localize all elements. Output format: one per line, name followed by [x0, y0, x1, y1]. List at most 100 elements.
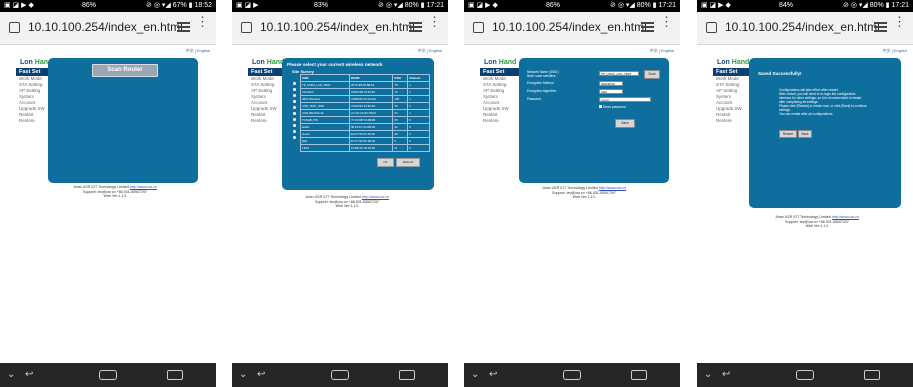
network-radio[interactable]	[293, 100, 296, 103]
tab-icon[interactable]	[241, 22, 252, 33]
android-nav-bar: ⌄ ↩	[232, 363, 448, 387]
chevron-down-icon[interactable]: ⌄	[471, 369, 479, 380]
language-links[interactable]: 中文 | English	[883, 48, 907, 54]
home-icon[interactable]	[99, 370, 117, 380]
ssid-cell: USR-WIFI232-42	[300, 109, 350, 117]
url-text[interactable]: 10.10.100.254/index_en.html	[28, 20, 183, 34]
back-button[interactable]: Back	[798, 130, 812, 138]
overflow-menu-icon[interactable]: ⋮	[660, 15, 673, 28]
network-radio[interactable]	[293, 136, 296, 139]
back-icon[interactable]: ↩	[25, 369, 41, 381]
recent-apps-icon[interactable]	[167, 370, 183, 380]
language-links[interactable]: 中文 | English	[650, 48, 674, 54]
encryption-method-select[interactable]: WPA2PSK	[599, 81, 623, 86]
status-icons-clock: ⊘ ◎ ▾◢ 80% ▮ 17:21	[610, 2, 676, 9]
hamburger-menu-icon[interactable]	[874, 22, 887, 32]
channel-cell: 1	[407, 109, 430, 117]
ssid-input[interactable]: TP_LINK0_LAN_TEST	[599, 71, 639, 76]
table-row[interactable]: TEST F6:6B:4A:7D:F0:95 21 6	[300, 144, 430, 152]
show-password-row[interactable]: Show password	[599, 105, 626, 109]
table-row[interactable]: belkin 08:43:3C:1F:DB:2D 42 9	[300, 123, 430, 131]
table-row[interactable]: ChinaNet C8:E6:9D:70:46:68 70 1	[300, 88, 430, 96]
footer-link[interactable]: http://www.usr.cn	[362, 195, 389, 199]
home-icon[interactable]	[331, 370, 349, 380]
show-password-checkbox[interactable]	[599, 105, 602, 108]
page-footer: Jinan USR IOT Technology Limited http://…	[272, 195, 422, 209]
back-icon[interactable]: ↩	[489, 369, 505, 381]
url-text[interactable]: 10.10.100.254/index_en.html	[725, 20, 880, 34]
overflow-menu-icon[interactable]: ⋮	[428, 15, 441, 28]
encryption-method-label: Encryption Method	[527, 81, 554, 85]
table-row[interactable]: Guest E2:A7:00:4C:7E:90 99 6	[300, 130, 430, 138]
network-radio[interactable]	[293, 106, 296, 109]
footer-version: Web Ver:1.1.0	[805, 224, 829, 228]
table-row[interactable]: TP_LINK0_LAN_TEST 28:76:E5:02:8E:54 78 1	[300, 81, 430, 89]
ssid-label: Network Name (SSID) Note: case sensitive	[527, 70, 559, 78]
network-radio[interactable]	[293, 94, 296, 97]
scan-router-button[interactable]: Scan Router	[92, 64, 158, 77]
footer-link[interactable]: http://www.usr.cn	[130, 185, 157, 189]
channel-cell: 6	[407, 116, 430, 124]
table-row[interactable]: USR_TEST_WIFI C8:E8:9C:F2:84:6C 45 1	[300, 102, 430, 110]
scan-button[interactable]: Scan	[644, 70, 660, 79]
save-button[interactable]: Save	[615, 119, 635, 128]
network-radio[interactable]	[293, 82, 296, 85]
chevron-down-icon[interactable]: ⌄	[239, 369, 247, 380]
bssid-cell: AC:CF:23:0D:78:D3	[348, 109, 394, 117]
back-icon[interactable]: ↩	[722, 369, 738, 381]
hamburger-menu-icon[interactable]	[409, 22, 422, 32]
table-row[interactable]: USR-WIFI232-42 AC:CF:23:0D:78:D3 54 1	[300, 109, 430, 117]
home-icon[interactable]	[563, 370, 581, 380]
overflow-menu-icon[interactable]: ⋮	[196, 15, 209, 28]
network-radio[interactable]	[293, 130, 296, 133]
footer-version: Web Ver:1.1.0	[572, 195, 596, 199]
table-row[interactable]: TOSHB_PIN 7C:F9:6B:72:2B:6B 65 6	[300, 116, 430, 124]
sidebar-nav: Fast Set Work Mode STA Setting AP Settin…	[713, 68, 753, 124]
recent-apps-icon[interactable]	[864, 370, 880, 380]
ssid-cell: TOSHB_PIN	[300, 116, 350, 124]
sidebar-item-fast-set[interactable]: Fast Set	[480, 68, 520, 76]
encryption-algorithm-select[interactable]: AES	[599, 89, 623, 94]
network-radio[interactable]	[293, 112, 296, 115]
ssid-cell: USR_TEST_WIFI	[300, 102, 350, 110]
language-links[interactable]: 中文 | English	[418, 48, 442, 54]
ssid-cell: TEST	[300, 144, 350, 152]
sidebar-item-fast-set[interactable]: Fast Set	[713, 68, 753, 76]
sidebar-item-restore[interactable]: Restore	[480, 118, 520, 124]
tab-icon[interactable]	[706, 22, 717, 33]
tab-icon[interactable]	[9, 22, 20, 33]
table-row[interactable]: jiDE E7:C7:91:8C:3E:34 6 6	[300, 137, 430, 145]
brand-logo: Lon Hand	[717, 59, 750, 66]
overflow-menu-icon[interactable]: ⋮	[893, 15, 906, 28]
url-text[interactable]: 10.10.100.254/index_en.html	[492, 20, 647, 34]
restart-button[interactable]: Restart	[779, 130, 797, 138]
recent-apps-icon[interactable]	[399, 370, 415, 380]
table-header-row: SSID BSSID RSSI Channel	[300, 74, 430, 82]
ok-button[interactable]: OK	[377, 158, 394, 167]
network-radio[interactable]	[293, 88, 296, 91]
hamburger-menu-icon[interactable]	[641, 22, 654, 32]
url-text[interactable]: 10.10.100.254/index_en.html	[260, 20, 415, 34]
chevron-down-icon[interactable]: ⌄	[7, 369, 15, 380]
bssid-cell: C8:E6:9D:70:46:68	[348, 88, 394, 96]
hamburger-menu-icon[interactable]	[177, 22, 190, 32]
password-input[interactable]: ••••••••	[599, 97, 651, 102]
channel-cell: 1	[407, 88, 430, 96]
footer-link[interactable]: http://www.usr.cn	[832, 215, 859, 219]
sidebar-item-restore[interactable]: Restore	[713, 118, 753, 124]
ssid-cell: ChinaNet	[300, 88, 350, 96]
table-row[interactable]: WPS Wireless C8:B8:8C:FC:E3:E1 100 1	[300, 95, 430, 103]
network-radio[interactable]	[293, 118, 296, 121]
channel-cell: 6	[407, 144, 430, 152]
home-icon[interactable]	[796, 370, 814, 380]
refresh-button[interactable]: Refresh	[396, 158, 420, 167]
network-radio[interactable]	[293, 124, 296, 127]
footer-link[interactable]: http://www.usr.cn	[599, 186, 626, 190]
back-icon[interactable]: ↩	[257, 369, 273, 381]
tab-icon[interactable]	[473, 22, 484, 33]
chevron-down-icon[interactable]: ⌄	[704, 369, 712, 380]
footer-company: Jinan USR IOT Technology Limited	[542, 186, 598, 190]
content-panel: Scan Router	[48, 58, 198, 183]
language-links[interactable]: 中文 | English	[186, 48, 210, 54]
recent-apps-icon[interactable]	[631, 370, 647, 380]
